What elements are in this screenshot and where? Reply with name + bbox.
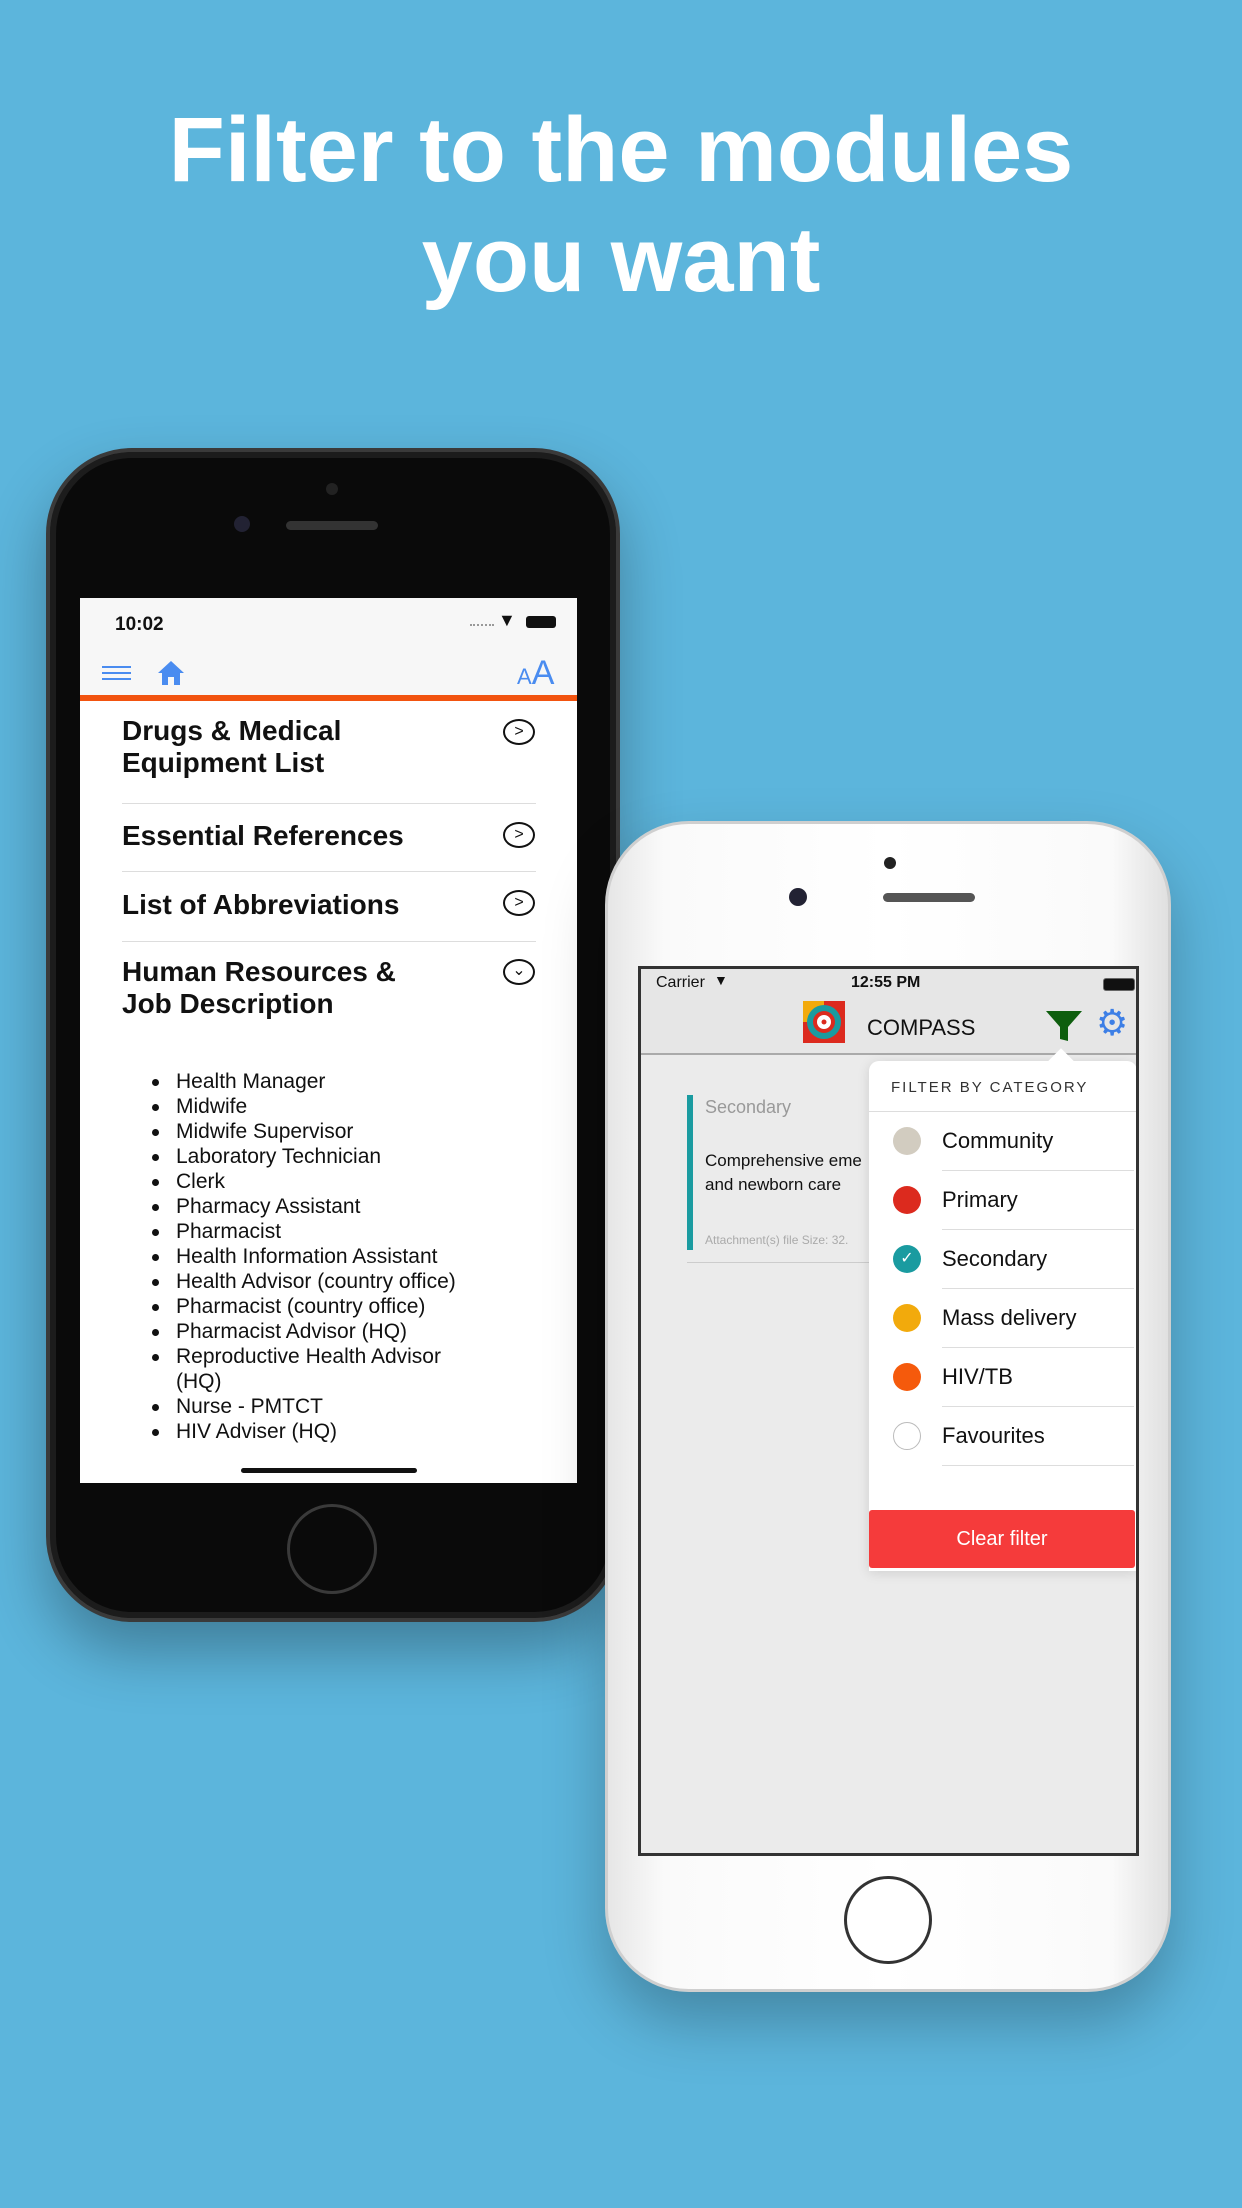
home-button-left[interactable] [287,1504,377,1594]
screen-left: 10:02 ▼ AA Drugs & Medical Equipment List… [80,598,577,1483]
sensor-right [884,857,896,869]
filter-option-mass-delivery[interactable]: Mass delivery [869,1289,1134,1348]
divider [122,871,536,872]
battery-icon [1103,978,1135,991]
clear-filter-button[interactable]: Clear filter [869,1510,1135,1568]
module-drugs[interactable]: Drugs & Medical Equipment List [122,715,477,779]
filter-icon[interactable] [1046,1009,1082,1043]
signal-icon [470,624,494,626]
chevron-right-icon[interactable]: > [503,822,535,848]
job-list: Health Manager Midwife Midwife Superviso… [148,1069,548,1444]
list-item[interactable]: Pharmacist Advisor (HQ) [148,1319,548,1344]
status-time: 12:55 PM [851,974,921,991]
wifi-icon: ▼ [714,972,728,988]
chevron-down-icon[interactable]: ⌄ [503,959,535,985]
home-icon[interactable] [156,658,186,688]
divider [942,1465,1134,1466]
list-item[interactable]: Nurse - PMTCT [148,1394,548,1419]
screen-right: Carrier ▼ 12:55 PM COMPASS ⚙ Secondary C… [638,966,1139,1856]
sensor-left [326,483,338,495]
hamburger-icon[interactable] [102,666,131,680]
card-meta: Attachment(s) file Size: 32. [705,1233,849,1247]
list-item[interactable]: Pharmacist (country office) [148,1294,548,1319]
filter-header: FILTER BY CATEGORY [891,1079,1089,1096]
headline-line1: Filter to the modules [168,99,1074,201]
filter-option-label: Favourites [942,1423,1045,1448]
filter-option-secondary[interactable]: ✓ Secondary [869,1230,1134,1289]
list-item[interactable]: Midwife [148,1094,548,1119]
card-category: Secondary [705,1097,792,1117]
wifi-icon: ▼ [498,610,516,630]
chevron-right-icon[interactable]: > [503,719,535,745]
checked-radio-icon[interactable]: ✓ [893,1245,921,1273]
front-camera-left [234,516,250,532]
list-item[interactable]: Pharmacist [148,1219,548,1244]
filter-popover: FILTER BY CATEGORY Community Primary ✓ Seco… [869,1048,1136,1571]
home-button-right[interactable] [844,1876,932,1964]
radio-icon[interactable] [893,1186,921,1214]
filter-option-label: Primary [942,1187,1018,1212]
header-divider [80,695,577,701]
filter-option-label: Secondary [942,1246,1048,1271]
filter-option-hiv-tb[interactable]: HIV/TB [869,1348,1134,1407]
filter-option-favourites[interactable]: Favourites [869,1407,1134,1466]
app-title: COMPASS [867,1015,976,1040]
gear-icon[interactable]: ⚙ [1096,1005,1128,1041]
divider [122,803,536,804]
chevron-right-icon[interactable]: > [503,890,535,916]
module-human-resources[interactable]: Human Resources & Job Description [122,956,477,1020]
list-item[interactable]: Midwife Supervisor [148,1119,548,1144]
category-bar [687,1095,693,1250]
module-essential-references[interactable]: Essential References [122,820,477,852]
battery-icon [526,616,556,628]
status-carrier: Carrier [656,974,705,991]
headline: Filter to the modules you want [0,95,1242,315]
list-item[interactable]: Clerk [148,1169,548,1194]
card-title-line2: and newborn care [705,1175,842,1194]
list-item[interactable]: Pharmacy Assistant [148,1194,548,1219]
headline-line2: you want [421,209,821,311]
radio-icon[interactable] [893,1363,921,1391]
card-divider [687,1262,887,1263]
filter-option-label: HIV/TB [942,1364,1013,1389]
filter-option-primary[interactable]: Primary [869,1171,1134,1230]
radio-icon[interactable] [893,1304,921,1332]
list-item[interactable]: HIV Adviser (HQ) [148,1419,548,1444]
radio-icon[interactable] [893,1422,921,1450]
font-size-button[interactable]: AA [517,654,554,693]
list-item[interactable]: Reproductive Health Advisor (HQ) [148,1344,548,1394]
earpiece-left [286,521,378,530]
divider [122,941,536,942]
list-item[interactable]: Health Advisor (country office) [148,1269,548,1294]
card-title-line1: Comprehensive eme [705,1151,862,1170]
filter-option-label: Community [942,1128,1054,1153]
list-item[interactable]: Health Manager [148,1069,548,1094]
home-indicator [241,1468,417,1473]
module-abbreviations[interactable]: List of Abbreviations [122,889,477,921]
filter-option-label: Mass delivery [942,1305,1077,1330]
radio-icon[interactable] [893,1127,921,1155]
list-item[interactable]: Laboratory Technician [148,1144,548,1169]
list-item[interactable]: Health Information Assistant [148,1244,548,1269]
earpiece-right [883,893,975,902]
front-camera-right [789,888,807,906]
filter-option-community[interactable]: Community [869,1112,1134,1171]
compass-logo [803,1001,845,1043]
status-time: 10:02 [115,614,164,635]
